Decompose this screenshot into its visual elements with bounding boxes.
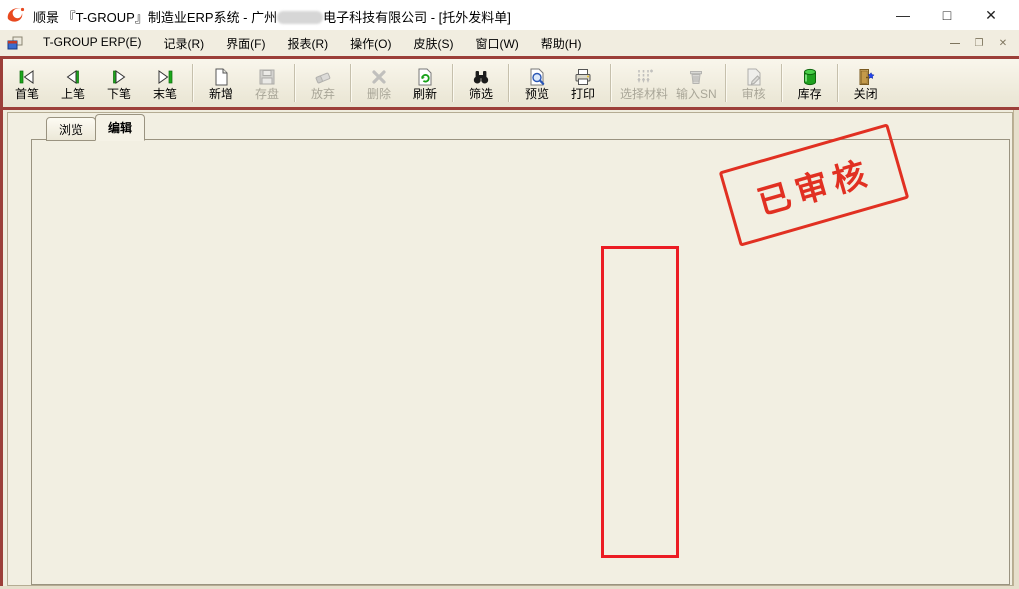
prev-record-button[interactable]: 上笔 — [50, 65, 96, 102]
menu-items: T-GROUP ERP(E)记录(R)界面(F)报表(R)操作(O)皮肤(S)窗… — [32, 31, 592, 56]
toolbar-separator — [350, 64, 352, 102]
toolbar-button-label: 刷新 — [413, 88, 437, 101]
tab-browse[interactable]: 浏览 — [46, 117, 96, 141]
toolbar-button-label: 放弃 — [311, 88, 335, 101]
toolbar-separator — [781, 64, 783, 102]
toolbar-button-label: 新增 — [209, 88, 233, 101]
new-doc-icon — [211, 67, 231, 87]
save-button: 存盘 — [244, 65, 290, 102]
toolbar-button-label: 存盘 — [255, 88, 279, 101]
titlebar: 顺景 『T-GROUP』制造业ERP系统 - 广州电子科技有限公司 - [托外发… — [0, 0, 1019, 31]
window-right-border — [1013, 110, 1019, 589]
discard-button: 放弃 — [300, 65, 346, 102]
refresh-button[interactable]: 刷新 — [402, 65, 448, 102]
toolbar-separator — [192, 64, 194, 102]
inventory-db-icon — [800, 67, 820, 87]
select-material-button: 选择材料 — [616, 65, 672, 102]
erp-window: 顺景 『T-GROUP』制造业ERP系统 - 广州电子科技有限公司 - [托外发… — [0, 0, 1019, 589]
menu-interface[interactable]: 界面(F) — [215, 31, 276, 56]
toolbar-separator — [610, 64, 612, 102]
inventory-button[interactable]: 库存 — [787, 65, 833, 102]
nav-last-icon — [155, 67, 175, 87]
mdi-minimize-button[interactable]: — — [947, 36, 963, 50]
mdi-child-icon — [6, 34, 24, 52]
toolbar-separator — [837, 64, 839, 102]
audit-doc-icon — [744, 67, 764, 87]
refresh-icon — [415, 67, 435, 87]
first-record-button[interactable]: 首笔 — [4, 65, 50, 102]
toolbar-button-label: 选择材料 — [620, 88, 668, 101]
filter-button[interactable]: 筛选 — [458, 65, 504, 102]
toolbar-button-label: 筛选 — [469, 88, 493, 101]
menu-skin[interactable]: 皮肤(S) — [402, 31, 464, 56]
menu-window[interactable]: 窗口(W) — [464, 31, 529, 56]
window-title: 顺景 『T-GROUP』制造业ERP系统 - 广州电子科技有限公司 - [托外发… — [33, 7, 511, 26]
toolbar-button-label: 删除 — [367, 88, 391, 101]
menu-operation[interactable]: 操作(O) — [339, 31, 402, 56]
toolbar-button-label: 审核 — [742, 88, 766, 101]
minimize-button[interactable]: — — [881, 1, 925, 29]
toolbar-separator — [725, 64, 727, 102]
window-left-border — [0, 56, 3, 589]
next-record-button[interactable]: 下笔 — [96, 65, 142, 102]
save-floppy-icon — [257, 67, 277, 87]
shunjing-logo-icon — [5, 4, 27, 26]
mdi-restore-button[interactable]: ❐ — [971, 36, 987, 50]
menu-record[interactable]: 记录(R) — [152, 31, 215, 56]
toolbar-button-label: 关闭 — [854, 88, 878, 101]
input-sn-button: 输入SN — [672, 65, 721, 102]
toolbar-separator — [452, 64, 454, 102]
delete-button: 删除 — [356, 65, 402, 102]
eraser-icon — [313, 67, 333, 87]
close-button[interactable]: 关闭 — [843, 65, 889, 102]
toolbar-button-label: 上笔 — [61, 88, 85, 101]
select-material-icon — [634, 67, 654, 87]
input-sn-icon — [686, 67, 706, 87]
toolbar-button-label: 预览 — [525, 88, 549, 101]
close-door-icon — [856, 67, 876, 87]
toolbar-button-label: 库存 — [798, 88, 822, 101]
toolbar-button-label: 末笔 — [153, 88, 177, 101]
tab-edit[interactable]: 编辑 — [95, 114, 145, 141]
menu-tgroup-erp[interactable]: T-GROUP ERP(E) — [32, 31, 152, 56]
close-button[interactable]: ✕ — [969, 1, 1013, 29]
mdi-close-button[interactable]: ✕ — [995, 36, 1011, 50]
nav-next-icon — [109, 67, 129, 87]
print-button[interactable]: 打印 — [560, 65, 606, 102]
mdi-window-controls: — ❐ ✕ — [947, 30, 1011, 56]
last-record-button[interactable]: 末笔 — [142, 65, 188, 102]
preview-button[interactable]: 预览 — [514, 65, 560, 102]
maroon-divider-bottom — [0, 107, 1019, 110]
nav-first-icon — [17, 67, 37, 87]
delete-x-icon — [369, 67, 389, 87]
menu-report[interactable]: 报表(R) — [276, 31, 339, 56]
menu-help[interactable]: 帮助(H) — [530, 31, 593, 56]
toolbar-separator — [294, 64, 296, 102]
new-button[interactable]: 新增 — [198, 65, 244, 102]
binoculars-icon — [471, 67, 491, 87]
toolbar-button-label: 下笔 — [107, 88, 131, 101]
maximize-button[interactable]: □ — [925, 1, 969, 29]
menubar: T-GROUP ERP(E)记录(R)界面(F)报表(R)操作(O)皮肤(S)窗… — [0, 30, 1019, 56]
toolbar-separator — [508, 64, 510, 102]
toolbar: 首笔 上笔 下笔 末笔 新增 存盘 放弃 删除 刷新 筛选 预览 打印 选择材料输入SN 审核 库存 关闭 — [0, 59, 1019, 107]
window-controls: — □ ✕ — [881, 0, 1013, 30]
toolbar-button-label: 首笔 — [15, 88, 39, 101]
toolbar-button-label: 输入SN — [676, 88, 717, 101]
printer-icon — [573, 67, 593, 87]
audit-button: 审核 — [731, 65, 777, 102]
toolbar-button-label: 打印 — [571, 88, 595, 101]
preview-icon — [527, 67, 547, 87]
nav-prev-icon — [63, 67, 83, 87]
redacted-company-name — [277, 11, 323, 24]
